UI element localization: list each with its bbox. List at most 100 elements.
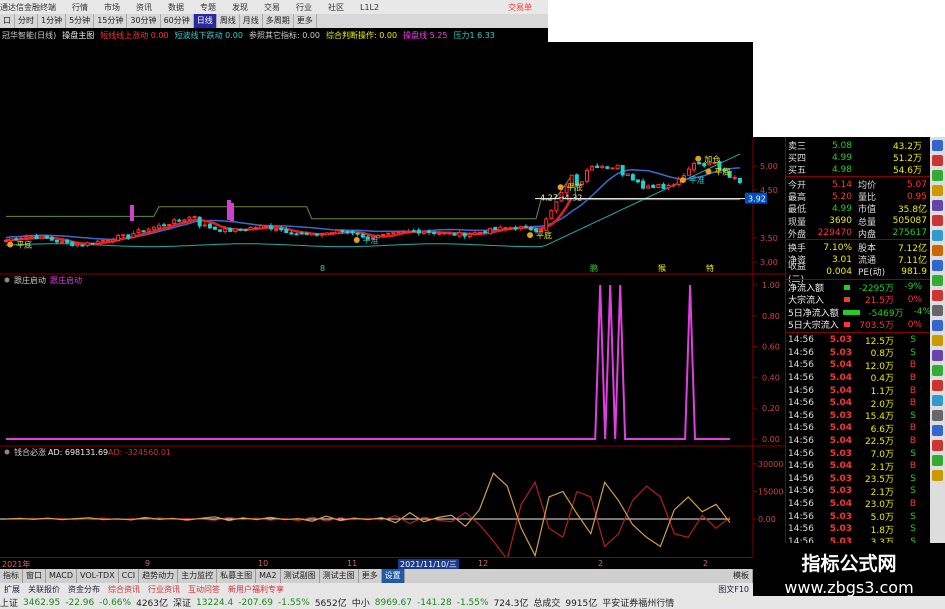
info-tab[interactable]: 资金分布 <box>64 584 104 595</box>
candle-body <box>381 234 386 237</box>
period-button[interactable]: 60分钟 <box>161 14 194 28</box>
candle-body <box>90 242 95 245</box>
indicator-label[interactable]: 综合判断操作: 0.00 <box>326 30 397 41</box>
indicator-tab[interactable]: 窗口 <box>23 569 46 583</box>
menu-item[interactable]: L1L2 <box>360 3 379 12</box>
sidebar-tool-icon[interactable] <box>932 365 943 376</box>
right-icon-sidebar[interactable] <box>930 137 945 557</box>
candle-body <box>177 219 182 222</box>
chart-panes[interactable]: 5.004.503.503.003.924.27→4.32平底 平准平底平底加仓平… <box>0 137 785 557</box>
indicator-tab[interactable]: 设置 <box>381 569 405 583</box>
indicator-label[interactable]: 冠华智能(日线) <box>2 30 56 41</box>
menu-item[interactable]: 发现 <box>232 2 248 13</box>
menu-item[interactable]: 交易 <box>264 2 280 13</box>
sidebar-tool-icon[interactable] <box>932 410 943 421</box>
indicator-tab[interactable]: MA2 <box>256 569 281 583</box>
sidebar-tool-icon[interactable] <box>932 140 943 151</box>
stat-value: 7.10% <box>823 242 852 253</box>
period-button[interactable]: 口 <box>0 14 15 28</box>
sidebar-tool-icon[interactable] <box>932 380 943 391</box>
sidebar-tool-icon[interactable] <box>932 350 943 361</box>
sidebar-tool-icon[interactable] <box>932 245 943 256</box>
indicator-tab[interactable]: 私募主图 <box>217 569 257 583</box>
flow-label: 5日大宗流入 <box>788 321 839 332</box>
sidebar-tool-icon[interactable] <box>932 320 943 331</box>
tick-side: B <box>909 372 916 383</box>
period-button[interactable]: 分时 <box>15 14 38 28</box>
period-button[interactable]: 30分钟 <box>127 14 161 28</box>
indicator-tab[interactable]: 更多 <box>359 569 382 583</box>
f10-tab[interactable]: 图文F10 <box>714 584 753 595</box>
sidebar-tool-icon[interactable] <box>932 305 943 316</box>
indicator-label[interactable]: 压力1 6.33 <box>453 30 494 41</box>
sidebar-tool-icon[interactable] <box>932 335 943 346</box>
sidebar-tool-icon[interactable] <box>932 230 943 241</box>
sidebar-tool-icon[interactable] <box>932 185 943 196</box>
sidebar-tool-icon[interactable] <box>932 260 943 271</box>
info-tab[interactable]: 关联报价 <box>24 584 64 595</box>
indicator-label[interactable]: 短线线上涨动 0.00 <box>100 30 168 41</box>
indicator-label[interactable]: 操盘主图 <box>62 30 94 41</box>
flow-pct: 0% <box>907 319 922 330</box>
info-tab[interactable]: 互动问答 <box>184 584 224 595</box>
menu-item[interactable]: 资讯 <box>136 2 152 13</box>
indicator-tab[interactable]: CCI <box>119 569 140 583</box>
candle-body <box>528 226 533 231</box>
period-button[interactable]: 周线 <box>217 14 240 28</box>
trade-menu[interactable]: 交易单 <box>508 2 532 13</box>
indicator-tab[interactable]: 趋势动力 <box>139 569 179 583</box>
indicator-label[interactable]: 短波线下跌动 0.00 <box>175 30 243 41</box>
signal-label: 平底 <box>567 182 583 192</box>
tick-time: 14:56 <box>788 372 814 383</box>
sidebar-tool-icon[interactable] <box>932 470 943 481</box>
period-button[interactable]: 月线 <box>240 14 263 28</box>
status-item: 中小 <box>351 599 370 609</box>
tick-row: 14:56 5.04 1.1万 B <box>786 384 931 398</box>
sidebar-tool-icon[interactable] <box>932 170 943 181</box>
indicator-tab[interactable]: VOL-TDX <box>77 569 119 583</box>
flow-label: 大宗流入 <box>788 296 825 307</box>
candle-body <box>151 226 156 231</box>
sidebar-tool-icon[interactable] <box>932 155 943 166</box>
sidebar-tool-icon[interactable] <box>932 425 943 436</box>
tick-volume: 6.6万 <box>870 424 894 435</box>
period-button[interactable]: 1分钟 <box>38 14 67 28</box>
sidebar-tool-icon[interactable] <box>932 290 943 301</box>
menu-item[interactable]: 市场 <box>104 2 120 13</box>
template-tab[interactable]: 模板 <box>730 569 753 583</box>
tick-price: 5.04 <box>829 461 852 472</box>
indicator-label[interactable]: 操盘线 5.25 <box>403 30 447 41</box>
info-tab[interactable]: 扩展 <box>0 584 24 595</box>
indicator-tab[interactable]: 测试主图 <box>320 569 359 583</box>
sidebar-tool-icon[interactable] <box>932 395 943 406</box>
sidebar-tool-icon[interactable] <box>932 200 943 211</box>
menu-item[interactable]: 数据 <box>168 2 184 13</box>
tick-side: B <box>909 461 916 472</box>
info-tab[interactable]: 综合资讯 <box>104 584 144 595</box>
tick-side: S <box>910 511 916 522</box>
candle-body <box>386 232 391 235</box>
menu-item[interactable]: 社区 <box>328 2 344 13</box>
sidebar-tool-icon[interactable] <box>932 275 943 286</box>
info-tab[interactable]: 新用户福利专享 <box>224 584 288 595</box>
indicator-tab[interactable]: 指标 <box>0 569 23 583</box>
flow-value: 21.5万 <box>864 296 894 307</box>
indicator-tab[interactable]: 测试副图 <box>281 569 320 583</box>
sidebar-tool-icon[interactable] <box>932 440 943 451</box>
period-button[interactable]: 15分钟 <box>94 14 128 28</box>
menu-item[interactable]: 行业 <box>296 2 312 13</box>
sidebar-tool-icon[interactable] <box>932 455 943 466</box>
period-button[interactable]: 5分钟 <box>66 14 95 28</box>
info-tab[interactable]: 行业资讯 <box>144 584 184 595</box>
indicator-tab[interactable]: MACD <box>46 569 77 583</box>
period-button[interactable]: 更多 <box>294 14 317 28</box>
menu-item[interactable]: 行情 <box>72 2 88 13</box>
sidebar-tool-icon[interactable] <box>932 215 943 226</box>
tick-volume: 1.1万 <box>870 387 894 397</box>
indicator-tab[interactable]: 主力监控 <box>178 569 218 583</box>
candle-body <box>309 232 314 236</box>
period-button[interactable]: 多周期 <box>263 14 294 28</box>
period-button[interactable]: 日线 <box>193 14 217 28</box>
menu-item[interactable]: 专题 <box>200 2 216 13</box>
indicator-label[interactable]: 参照其它指标: 0.00 <box>249 30 320 41</box>
